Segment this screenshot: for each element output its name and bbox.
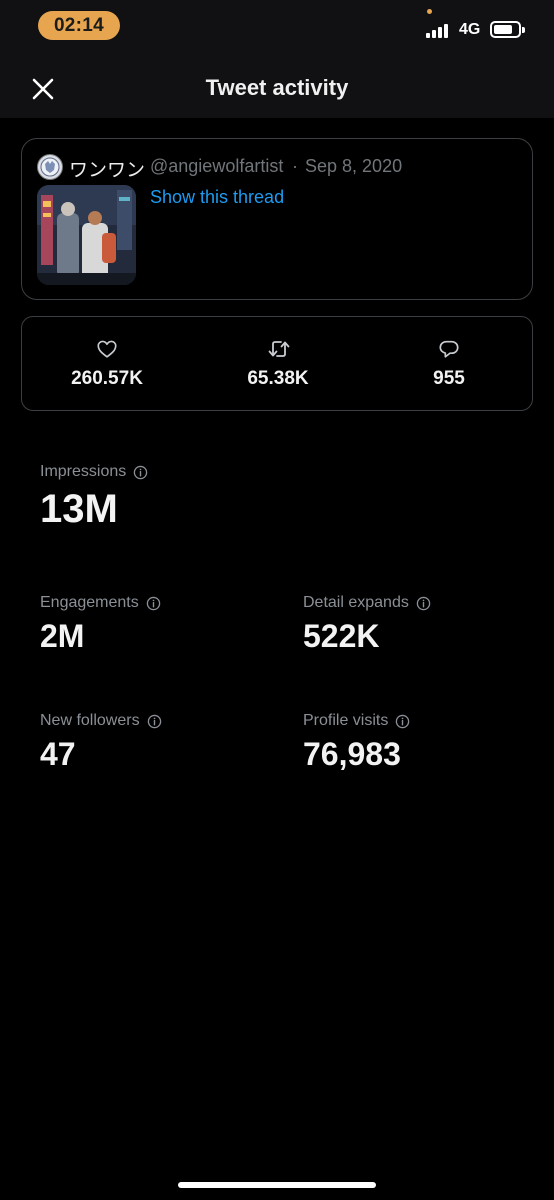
impressions-metric: Impressions 13M bbox=[40, 463, 148, 532]
tweet-preview-card[interactable]: ワンワン @angiewolfartist · Sep 8, 2020 Show… bbox=[21, 138, 533, 300]
battery-icon bbox=[490, 21, 525, 38]
new-followers-metric: New followers 47 bbox=[40, 712, 162, 773]
engagements-label: Engagements bbox=[40, 594, 139, 611]
engagement-stats-card: 260.57K 65.38K 955 bbox=[21, 316, 533, 411]
retweets-count: 65.38K bbox=[247, 368, 309, 389]
profile-visits-metric: Profile visits 76,983 bbox=[303, 712, 410, 773]
engagements-value: 2M bbox=[40, 618, 85, 654]
detail-expands-value: 522K bbox=[303, 618, 380, 654]
info-icon[interactable] bbox=[133, 465, 148, 480]
detail-expands-label: Detail expands bbox=[303, 594, 409, 611]
status-time[interactable]: 02:14 bbox=[38, 11, 120, 40]
info-icon[interactable] bbox=[416, 596, 431, 611]
impressions-value: 13M bbox=[40, 487, 118, 531]
info-icon[interactable] bbox=[147, 714, 162, 729]
home-indicator[interactable] bbox=[178, 1182, 376, 1188]
retweet-icon bbox=[268, 341, 290, 357]
tweet-author-handle: @angiewolfartist bbox=[150, 156, 284, 176]
tweet-date: Sep 8, 2020 bbox=[305, 156, 403, 176]
profile-visits-value: 76,983 bbox=[303, 736, 401, 772]
retweets-stat: 65.38K bbox=[193, 317, 363, 412]
replies-count: 955 bbox=[433, 368, 465, 389]
likes-count: 260.57K bbox=[71, 368, 143, 389]
reply-icon bbox=[439, 340, 459, 358]
likes-stat: 260.57K bbox=[22, 317, 192, 412]
cellular-signal-icon bbox=[426, 22, 452, 38]
tweet-meta-separator: · bbox=[292, 156, 298, 176]
info-icon[interactable] bbox=[146, 596, 161, 611]
show-thread-link[interactable]: Show this thread bbox=[150, 187, 284, 208]
heart-icon bbox=[97, 340, 117, 358]
network-type: 4G bbox=[459, 21, 481, 38]
detail-expands-metric: Detail expands 522K bbox=[303, 594, 431, 655]
header: Tweet activity bbox=[0, 58, 554, 118]
privacy-indicator-dot bbox=[427, 9, 432, 14]
tweet-activity-screen: 02:14 4G Tweet activity ワンワン @angiewolfa… bbox=[0, 0, 554, 1200]
engagements-metric: Engagements 2M bbox=[40, 594, 161, 655]
info-icon[interactable] bbox=[395, 714, 410, 729]
new-followers-value: 47 bbox=[40, 736, 76, 772]
status-bar: 02:14 4G bbox=[0, 0, 554, 58]
page-title: Tweet activity bbox=[205, 75, 349, 100]
tweet-media-thumbnail[interactable] bbox=[37, 185, 136, 285]
replies-stat: 955 bbox=[364, 317, 534, 412]
tweet-author-name: ワンワン bbox=[69, 160, 146, 181]
new-followers-label: New followers bbox=[40, 712, 140, 729]
impressions-label: Impressions bbox=[40, 463, 127, 480]
profile-visits-label: Profile visits bbox=[303, 712, 389, 729]
avatar[interactable] bbox=[37, 154, 63, 180]
